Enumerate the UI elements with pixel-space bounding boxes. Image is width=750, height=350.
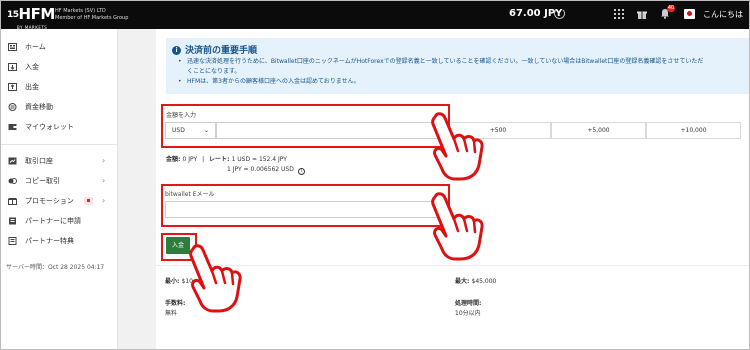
sidebar-item-withdraw[interactable]: 出金	[1, 77, 118, 97]
transfer-icon	[8, 103, 17, 111]
processing-time-value: 10分以内	[455, 310, 481, 317]
server-time: サーバー時間：Oct 28 2025 04:17	[6, 262, 104, 271]
quick-amount-10000-button[interactable]: +10,000	[646, 122, 741, 139]
hand-pointer-icon	[431, 192, 484, 261]
sidebar: ホーム 入金 出金 資金移動 マイウォレット 取引口座 › コピー取引 › プロ…	[1, 29, 118, 349]
partner-benefits-icon	[8, 237, 17, 245]
notice-line-text: くことになります。	[187, 68, 241, 75]
sidebar-item-label: ホーム	[25, 43, 46, 51]
apps-grid-icon[interactable]	[614, 9, 624, 19]
inverse-rate: 1 JPY = 0.006562 USD i	[227, 166, 305, 175]
hand-pointer-icon	[189, 244, 242, 313]
sidebar-item-partner-benefits[interactable]: パートナー特典	[1, 231, 118, 251]
help-icon[interactable]: i	[297, 168, 305, 175]
notice-title: i 決済前の重要手順	[172, 43, 257, 56]
company-line2: Member of HF Markets Group	[55, 15, 129, 21]
summary-rate: 1 USD = 152.4 JPY	[231, 156, 287, 163]
sidebar-item-label: パートナー特典	[25, 237, 74, 245]
promo-badge	[84, 197, 93, 205]
sidebar-item-transfer[interactable]: 資金移動	[1, 97, 118, 117]
partner-apply-icon	[9, 217, 16, 225]
server-time-value: Oct 28 2025 04:17	[47, 264, 105, 271]
processing-time-label-text: 処理時間	[455, 300, 480, 307]
max-label: 最大	[455, 278, 468, 285]
copy-trading-icon	[8, 178, 17, 184]
sidebar-item-copy-trading[interactable]: コピー取引 ›	[1, 171, 118, 191]
sidebar-item-wallet[interactable]: マイウォレット	[1, 117, 118, 137]
company-info: HF Markets (SV) LTD Member of HF Markets…	[55, 8, 128, 22]
notice-line-text: 迅速な決済処理を行うために、Bitwallet口座のニックネームがHotFore…	[187, 58, 704, 65]
notice-box: i 決済前の重要手順 迅速な決済処理を行うために、Bitwallet口座のニックネ…	[166, 38, 749, 94]
chevron-right-icon: ›	[102, 176, 106, 185]
page-frame: 15HFM BY MARKETS HF Markets (SV) LTD Mem…	[0, 0, 750, 350]
japan-flag-icon[interactable]	[684, 9, 695, 19]
promotion-icon	[8, 198, 17, 205]
chevron-right-icon: ›	[102, 196, 106, 205]
hand-pointer-icon	[431, 112, 484, 181]
summary-amount-label: 金額	[166, 156, 179, 163]
sidebar-item-label: 入金	[25, 63, 39, 71]
highlight-amount-box	[161, 104, 450, 148]
sidebar-item-label: プロモーション	[25, 197, 74, 205]
notice-list: 迅速な決済処理を行うために、Bitwallet口座のニックネームがHotFore…	[178, 57, 738, 87]
sidebar-item-accounts[interactable]: 取引口座 ›	[1, 151, 118, 171]
notice-line: 迅速な決済処理を行うために、Bitwallet口座のニックネームがHotFore…	[178, 57, 738, 77]
fee-label: 手数料:	[165, 300, 186, 307]
notice-title-text: 決済前の重要手順	[185, 46, 258, 56]
summary-amount: 0 JPY	[182, 156, 198, 163]
sidebar-item-home[interactable]: ホーム	[1, 37, 118, 57]
deposit-summary: 金額: 0 JPY | レート: 1 USD = 152.4 JPY	[166, 156, 287, 163]
deposit-icon	[8, 63, 17, 71]
max-value: $45,000	[471, 278, 497, 285]
company-line1: HF Markets (SV) LTD	[55, 8, 106, 14]
sidebar-item-partner-apply[interactable]: パートナーに申請	[1, 211, 118, 231]
processing-time-label: 処理時間:	[455, 300, 482, 307]
sidebar-item-label: マイウォレット	[25, 123, 74, 131]
sidebar-item-label: 取引口座	[25, 157, 53, 165]
wallet-icon	[8, 124, 17, 130]
fee-label-text: 手数料	[165, 300, 184, 307]
notice-line-text: HFMは、第3者からの顧客様口座への入金は認めておりません。	[187, 78, 360, 85]
server-time-label: サーバー時間：	[6, 264, 48, 271]
summary-rate-label: レート	[209, 156, 228, 163]
quick-amount-5000-button[interactable]: +5,000	[551, 122, 646, 139]
notice-line: HFMは、第3者からの顧客様口座への入金は認めておりません。	[178, 77, 738, 87]
sidebar-divider	[1, 144, 118, 145]
logo-prefix: 15	[7, 10, 19, 20]
info-icon: i	[172, 46, 181, 55]
max-amount: 最大: $45,000	[455, 278, 497, 285]
inverse-rate-text: 1 JPY = 0.006562 USD	[227, 166, 294, 173]
refresh-icon[interactable]	[554, 8, 565, 19]
fee-value: 無料	[165, 310, 178, 317]
sidebar-item-label: コピー取引	[25, 177, 60, 185]
withdraw-icon	[8, 83, 17, 91]
sidebar-item-promotion[interactable]: プロモーション ›	[1, 191, 118, 211]
limits-divider	[156, 265, 749, 266]
sidebar-item-label: パートナーに申請	[25, 217, 81, 225]
accounts-icon	[8, 157, 17, 165]
sidebar-item-label: 資金移動	[25, 103, 53, 111]
min-label: 最小	[165, 278, 178, 285]
highlight-email-box	[161, 184, 450, 227]
chevron-right-icon: ›	[102, 156, 106, 165]
gift-icon[interactable]	[637, 9, 647, 19]
top-bar: 15HFM BY MARKETS HF Markets (SV) LTD Mem…	[1, 1, 749, 30]
sidebar-item-label: 出金	[25, 83, 39, 91]
greeting-text[interactable]: こんにちは	[703, 9, 743, 20]
sidebar-item-deposit[interactable]: 入金	[1, 57, 118, 77]
notification-badge: 40	[667, 5, 675, 12]
hfm-logo[interactable]: 15HFM BY MARKETS	[7, 6, 55, 30]
home-icon	[8, 43, 17, 51]
